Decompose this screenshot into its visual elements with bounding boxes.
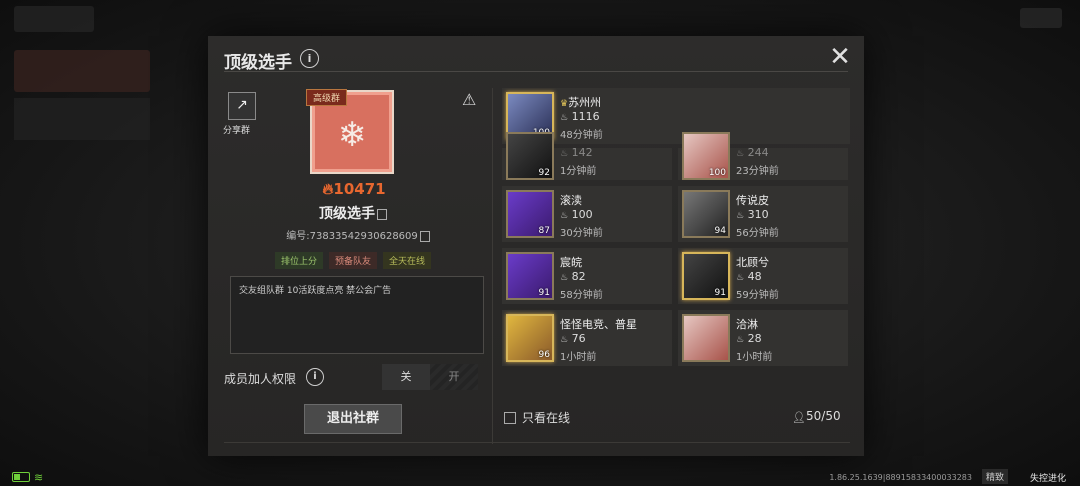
online-only-label[interactable]: 只看在线	[522, 409, 570, 426]
info-icon[interactable]: i	[300, 49, 319, 68]
flame-icon: ♨	[560, 273, 569, 283]
online-only-checkbox[interactable]	[504, 412, 516, 424]
member-card[interactable]: 91 宸皖 ♨ 82 58分钟前	[502, 248, 672, 304]
tag: 全天在线	[383, 252, 432, 269]
background-panel	[1020, 8, 1062, 28]
tag: 排位上分	[274, 252, 323, 269]
flame-icon: ♨	[736, 149, 745, 159]
member-card[interactable]: 92 ♨ 142 1分钟前	[502, 132, 672, 180]
tier-badge: 高级群	[306, 89, 348, 106]
member-avatar: 94	[682, 190, 730, 238]
battery-icon	[12, 472, 30, 482]
permission-label: 成员加人权限	[224, 372, 297, 386]
exit-group-button[interactable]: 退出社群	[304, 404, 402, 434]
description-text: 交友组队群 10活跃度点亮 禁公会广告	[239, 286, 392, 296]
flame-icon: ♨	[560, 211, 569, 221]
member-avatar	[682, 314, 730, 362]
warning-icon[interactable]: ⚠	[462, 90, 476, 109]
member-name: 传说皮	[736, 194, 769, 207]
member-card[interactable]: 87 滚渎 ♨ 100 30分钟前	[502, 186, 672, 242]
member-heat: ♨ 28	[736, 332, 762, 345]
member-card[interactable]: 100 ♨ 244 23分钟前	[678, 132, 848, 180]
group-tags: 排位上分 预备队友 全天在线	[258, 252, 448, 269]
description-box: 交友组队群 10活跃度点亮 禁公会广告	[230, 276, 484, 354]
member-list[interactable]: 100 ♛苏州州 ♨ 1116 48分钟前 92 ♨ 142 1分钟前 100 …	[502, 88, 850, 378]
dialog-title: 顶级选手	[224, 53, 292, 73]
member-card[interactable]: 100 ♛苏州州 ♨ 1116 48分钟前	[502, 88, 850, 144]
member-heat: ♨ 244	[736, 146, 769, 159]
person-icon: 👤︎	[792, 411, 806, 424]
member-time: 58分钟前	[560, 290, 603, 301]
member-time: 1分钟前	[560, 166, 597, 177]
member-name: 怪怪电竞、普星	[560, 318, 637, 331]
member-count: 50/50	[806, 409, 841, 423]
member-name: ♛苏州州	[560, 96, 602, 109]
member-card[interactable]: 91 北顾兮 ♨ 48 59分钟前	[678, 248, 848, 304]
title-divider	[224, 71, 848, 72]
wifi-icon: ≋	[34, 471, 44, 484]
member-avatar: 92	[506, 132, 554, 180]
group-name: 顶级选手	[288, 203, 418, 223]
tag: 预备队友	[328, 252, 377, 269]
background-panel	[14, 98, 150, 140]
member-heat: ♨ 76	[560, 332, 586, 345]
member-card[interactable]: 94 传说皮 ♨ 310 56分钟前	[678, 186, 848, 242]
member-heat: ♨ 48	[736, 270, 762, 283]
column-divider	[492, 88, 493, 444]
crown-icon: ♛	[560, 99, 569, 109]
share-label[interactable]: 分享群	[223, 123, 250, 136]
copy-icon[interactable]	[377, 208, 387, 220]
flame-icon: ♨	[736, 211, 745, 221]
member-time: 59分钟前	[736, 290, 779, 301]
group-dialog: 顶级选手 i ✕ ↗ 分享群 ❄ 高级群 ⚠ 🔥︎10471 顶级选手 编号:7…	[208, 36, 864, 456]
member-avatar: 96	[506, 314, 554, 362]
toggle-on[interactable]: 开	[430, 364, 478, 390]
share-icon[interactable]: ↗	[228, 92, 256, 120]
bottom-divider	[224, 442, 850, 443]
close-button[interactable]: ✕	[828, 44, 852, 70]
toggle-off[interactable]: 关	[382, 364, 430, 390]
member-avatar: 91	[682, 252, 730, 300]
flame-icon: ♨	[560, 149, 569, 159]
permission-toggle[interactable]: 关 开	[382, 364, 478, 390]
member-heat: ♨ 142	[560, 146, 593, 159]
flame-icon: ♨	[736, 273, 745, 283]
member-heat: ♨ 1116	[560, 110, 600, 123]
member-heat: ♨ 100	[560, 208, 593, 221]
member-name: 滚渎	[560, 194, 582, 207]
member-name: 宸皖	[560, 256, 582, 269]
brand-logo: 失控进化	[1029, 474, 1066, 484]
member-name: 北顾兮	[736, 256, 769, 269]
member-avatar: 100	[682, 132, 730, 180]
member-time: 48分钟前	[560, 130, 603, 141]
group-heat: 🔥︎10471	[322, 180, 386, 198]
status-bar: ≋ 1.86.25.1639|88915833400033283 精致 失控进化	[0, 466, 1080, 486]
background-panel	[14, 50, 150, 92]
flame-icon: ♨	[560, 335, 569, 345]
flame-icon: ♨	[736, 335, 745, 345]
member-name: 洽淋	[736, 318, 758, 331]
member-avatar: 91	[506, 252, 554, 300]
member-heat: ♨ 310	[736, 208, 769, 221]
flame-icon: ♨	[560, 113, 569, 123]
info-icon[interactable]: i	[306, 368, 324, 386]
member-card[interactable]: 96 怪怪电竞、普星 ♨ 76 1小时前	[502, 310, 672, 366]
member-time: 56分钟前	[736, 228, 779, 239]
version-text: 1.86.25.1639|88915833400033283	[829, 473, 972, 482]
group-id: 编号:73833542930628609	[268, 227, 448, 242]
member-card[interactable]: 洽淋 ♨ 28 1小时前	[678, 310, 848, 366]
member-time: 1小时前	[736, 352, 773, 363]
member-time: 23分钟前	[736, 166, 779, 177]
member-heat: ♨ 82	[560, 270, 586, 283]
member-avatar: 87	[506, 190, 554, 238]
flame-icon: 🔥︎	[322, 180, 334, 198]
snowflake-icon: ❄	[337, 115, 367, 155]
member-time: 30分钟前	[560, 228, 603, 239]
copy-icon[interactable]	[419, 230, 430, 242]
quality-button[interactable]: 精致	[981, 469, 1008, 484]
member-time: 1小时前	[560, 352, 597, 363]
background-panel	[14, 6, 94, 32]
